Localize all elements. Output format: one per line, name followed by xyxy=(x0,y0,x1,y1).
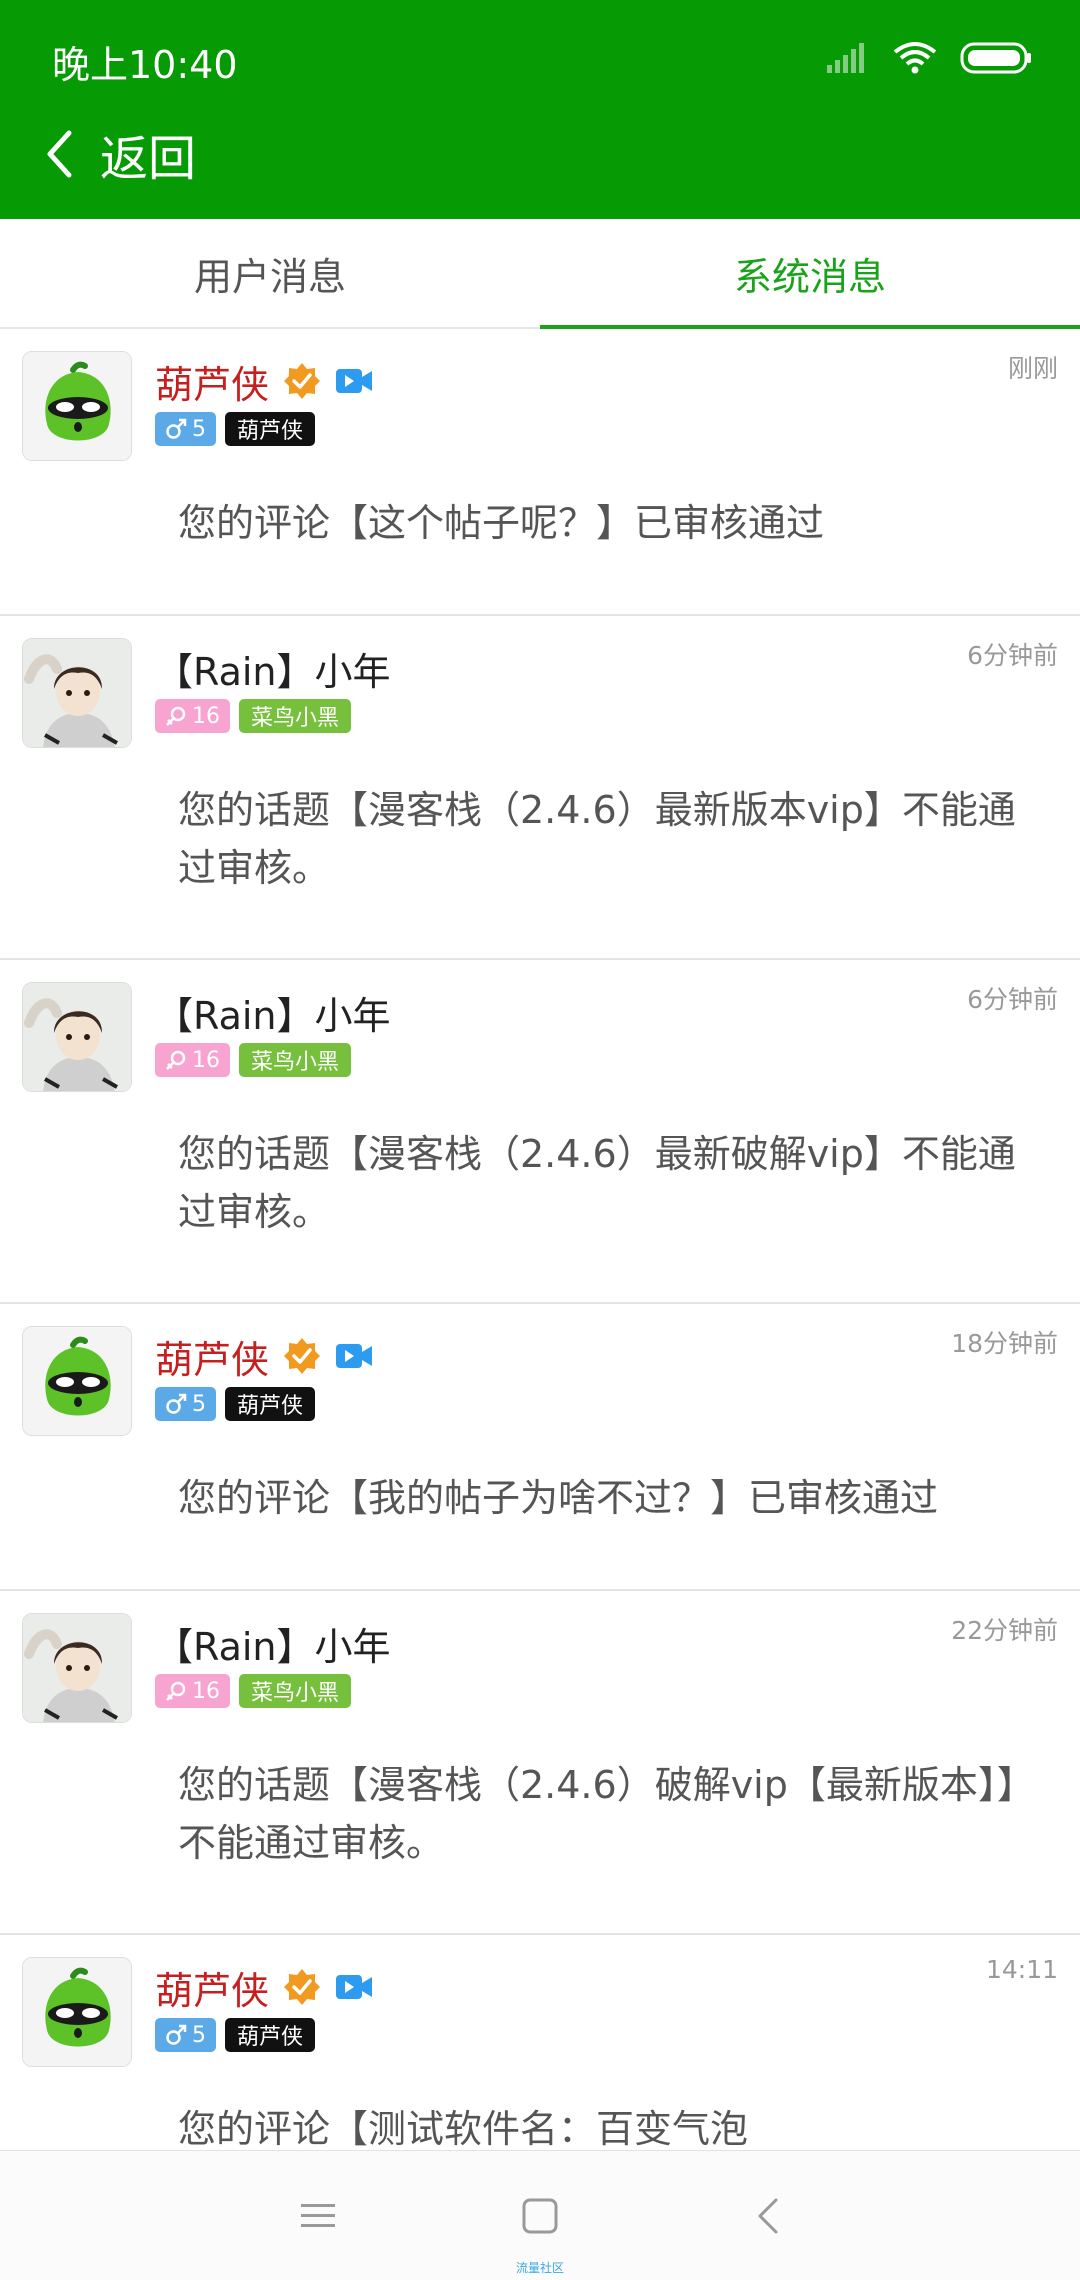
badge-row: 5 葫芦侠 xyxy=(155,412,316,446)
level-badge: 16 xyxy=(155,1674,230,1708)
nav-caption: 流量社区 xyxy=(515,2261,564,2275)
male-icon xyxy=(166,2024,187,2045)
message-content: 您的话题【漫客栈（2.4.6）最新破解vip】不能通过审核。 xyxy=(178,1132,1016,1234)
badge-row: 5 葫芦侠 xyxy=(155,1387,316,1421)
verified-icon xyxy=(283,1337,321,1375)
message-content: 您的话题【漫客栈（2.4.6）最新版本vip】不能通过审核。 xyxy=(178,788,1016,890)
avatar[interactable] xyxy=(22,982,132,1092)
video-icon xyxy=(335,1341,373,1371)
badge-row: 5 葫芦侠 xyxy=(155,2018,316,2052)
message-time: 14:11 xyxy=(985,1955,1058,1984)
menu-icon xyxy=(301,2204,335,2227)
message-time: 6分钟前 xyxy=(967,641,1058,670)
message-content: 您的话题【漫客栈（2.4.6）破解vip【最新版本】】不能通过审核。 xyxy=(178,1763,1035,1865)
name-row: 【Rain】小年 xyxy=(155,982,391,1042)
level-number: 16 xyxy=(192,703,220,729)
chevron-left-icon xyxy=(47,130,72,178)
avatar[interactable] xyxy=(22,1326,132,1436)
gourd-avatar-icon xyxy=(23,352,131,460)
name-row: 葫芦侠 xyxy=(155,1957,373,2017)
square-home-icon xyxy=(522,2198,558,2234)
verified-icon xyxy=(283,1968,321,2006)
title-badge: 葫芦侠 xyxy=(225,2018,316,2052)
male-icon xyxy=(166,1393,187,1414)
message-time: 6分钟前 xyxy=(967,985,1058,1014)
avatar[interactable] xyxy=(22,1613,132,1723)
level-badge: 16 xyxy=(155,1043,230,1077)
message-time: 22分钟前 xyxy=(951,1616,1058,1645)
female-icon xyxy=(166,1681,186,1701)
name-row: 【Rain】小年 xyxy=(155,1613,391,1673)
anime-boy-avatar-icon xyxy=(23,639,131,747)
wifi-icon xyxy=(893,42,937,74)
username[interactable]: 【Rain】小年 xyxy=(155,1616,391,1671)
chevron-left-icon xyxy=(758,2198,778,2234)
message-item[interactable]: 【Rain】小年 16 菜鸟小黑 6分钟前 您的话题【漫客栈（2.4.6）最新破… xyxy=(0,960,1080,1304)
message-item[interactable]: 葫芦侠 5 xyxy=(0,329,1080,616)
back-label: 返回 xyxy=(100,131,197,187)
name-row: 葫芦侠 xyxy=(155,351,373,411)
level-number: 16 xyxy=(192,1047,220,1073)
username[interactable]: 葫芦侠 xyxy=(155,1329,269,1384)
badge-row: 16 菜鸟小黑 xyxy=(155,699,352,733)
female-icon xyxy=(166,706,186,726)
message-time: 刚刚 xyxy=(1007,354,1058,383)
status-time: 晚上10:40 xyxy=(52,43,238,87)
username[interactable]: 【Rain】小年 xyxy=(155,985,391,1040)
level-number: 5 xyxy=(192,416,206,442)
tab-bar: 用户消息 系统消息 xyxy=(0,219,1080,329)
message-content: 您的评论【这个帖子呢？】已审核通过 xyxy=(178,501,825,545)
signal-icon xyxy=(827,43,864,73)
level-number: 5 xyxy=(192,1391,206,1417)
title-badge: 葫芦侠 xyxy=(225,412,316,446)
username[interactable]: 葫芦侠 xyxy=(155,1960,269,2015)
message-item[interactable]: 【Rain】小年 16 菜鸟小黑 22分钟前 您的话题【漫客栈（2.4.6）破解… xyxy=(0,1591,1080,1935)
level-badge: 5 xyxy=(155,1387,216,1421)
badge-row: 16 菜鸟小黑 xyxy=(155,1043,352,1077)
male-icon xyxy=(166,418,187,439)
verified-icon xyxy=(283,362,321,400)
level-badge: 5 xyxy=(155,2018,216,2052)
message-time: 18分钟前 xyxy=(951,1329,1058,1358)
gourd-avatar-icon xyxy=(23,1958,131,2066)
video-icon xyxy=(335,366,373,396)
tab-user-messages[interactable]: 用户消息 xyxy=(0,219,540,327)
username[interactable]: 【Rain】小年 xyxy=(155,641,391,696)
message-list: 葫芦侠 5 葫芦侠 刚刚 您的评论【这个帖子呢？】已审核通过 【Rain】小年 … xyxy=(0,329,1080,2150)
level-number: 5 xyxy=(192,2022,206,2048)
video-icon xyxy=(335,1972,373,2002)
message-item[interactable]: 葫芦侠 5 xyxy=(0,1304,1080,1591)
title-badge: 菜鸟小黑 xyxy=(239,1674,352,1708)
badge-row: 16 菜鸟小黑 xyxy=(155,1674,352,1708)
message-content: 您的评论【我的帖子为啥不过？】已审核通过 xyxy=(178,1476,939,1520)
avatar[interactable] xyxy=(22,1957,132,2067)
tab-system-messages[interactable]: 系统消息 xyxy=(540,219,1080,329)
level-number: 16 xyxy=(192,1678,220,1704)
title-badge: 菜鸟小黑 xyxy=(239,699,352,733)
avatar[interactable] xyxy=(22,638,132,748)
avatar[interactable] xyxy=(22,351,132,461)
header-bar: 晚上10:40 返回 xyxy=(0,0,1080,219)
name-row: 葫芦侠 xyxy=(155,1326,373,1386)
status-icons xyxy=(826,36,1032,80)
female-icon xyxy=(166,1050,186,1070)
back-button[interactable]: 返回 xyxy=(44,118,196,190)
message-content: 您的评论【测试软件名：百变气泡 xyxy=(178,2107,749,2150)
battery-icon xyxy=(960,42,1031,74)
app-screen: 晚上10:40 返回 用户消息 系统消息 葫芦侠 5 葫芦侠 刚刚 您的评论【这… xyxy=(0,0,1080,2280)
anime-boy-avatar-icon xyxy=(23,983,131,1091)
system-nav-bar: 流量社区 xyxy=(0,2150,1080,2280)
title-badge: 菜鸟小黑 xyxy=(239,1043,352,1077)
level-badge: 16 xyxy=(155,699,230,733)
level-badge: 5 xyxy=(155,412,216,446)
anime-boy-avatar-icon xyxy=(23,1614,131,1722)
message-item[interactable]: 【Rain】小年 16 菜鸟小黑 6分钟前 您的话题【漫客栈（2.4.6）最新版… xyxy=(0,616,1080,960)
name-row: 【Rain】小年 xyxy=(155,638,391,698)
username[interactable]: 葫芦侠 xyxy=(155,354,269,409)
title-badge: 葫芦侠 xyxy=(225,1387,316,1421)
gourd-avatar-icon xyxy=(23,1327,131,1435)
message-item[interactable]: 葫芦侠 5 xyxy=(0,1935,1080,2150)
